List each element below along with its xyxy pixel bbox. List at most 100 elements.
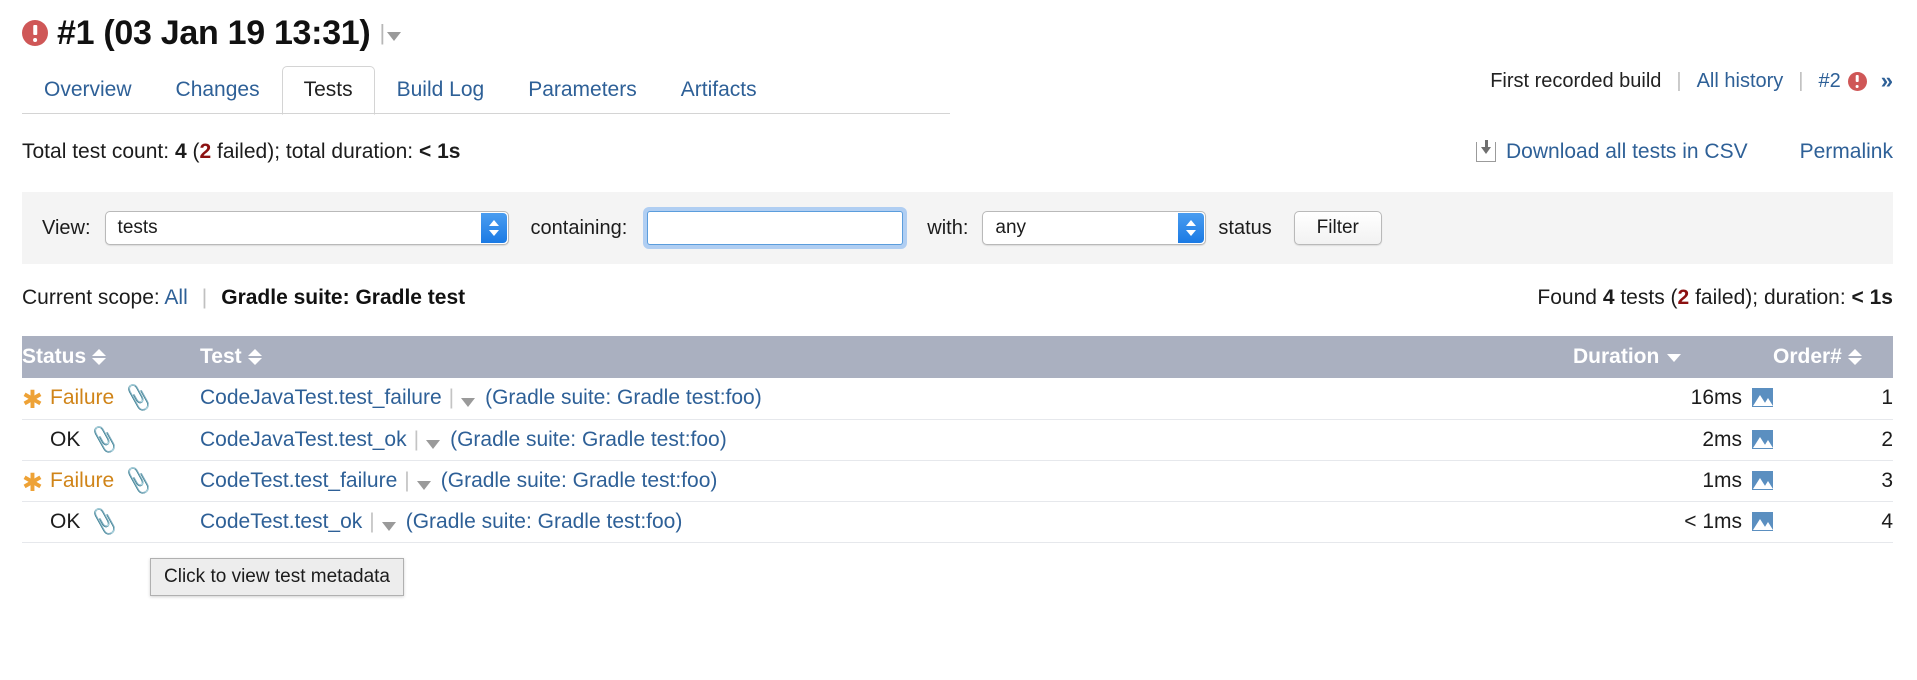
tab-bar: Overview Changes Tests Build Log Paramet… (0, 56, 1917, 115)
build-header: #1 (03 Jan 19 13:31) | (0, 0, 1917, 52)
row-status-cell: OK 📎 (22, 419, 200, 461)
view-label: View: (42, 216, 91, 239)
paperclip-icon[interactable]: 📎 (89, 424, 121, 455)
summary-actions: Download all tests in CSV Permalink (1476, 140, 1893, 164)
row-duration-cell: 2ms (1573, 419, 1773, 461)
failed-word: failed); (217, 140, 281, 163)
caret-down-icon[interactable] (461, 398, 476, 408)
suite-link[interactable]: (Gradle suite: Gradle test:foo) (406, 510, 683, 533)
caret-down-icon[interactable] (416, 480, 431, 490)
tab-artifacts[interactable]: Artifacts (659, 66, 779, 115)
sort-desc-icon[interactable] (1667, 354, 1682, 362)
divider: | (448, 386, 455, 410)
scope-all-link[interactable]: All (164, 286, 187, 309)
tab-changes[interactable]: Changes (154, 66, 282, 115)
caret-down-icon[interactable] (387, 31, 402, 41)
chart-icon[interactable] (1752, 511, 1773, 531)
tests-table: Status Test Duration Order# ✱ Failure 📎 … (22, 336, 1893, 543)
status-select[interactable]: any (982, 211, 1207, 245)
paperclip-icon[interactable]: 📎 (89, 506, 121, 537)
total-prefix: Total test count: (22, 140, 170, 163)
column-header-test[interactable]: Test (200, 336, 1573, 378)
duration-value: 2ms (1702, 427, 1742, 451)
column-header-status[interactable]: Status (22, 336, 200, 378)
column-header-order[interactable]: Order# (1773, 336, 1893, 378)
tab-tests[interactable]: Tests (281, 66, 375, 115)
current-scope-label: Current scope: (22, 286, 160, 309)
first-recorded-build-label: First recorded build (1490, 69, 1662, 92)
all-history-link[interactable]: All history (1697, 70, 1784, 93)
status-label: status (1218, 216, 1272, 239)
search-input-focus-ring (643, 207, 908, 249)
filter-button[interactable]: Filter (1293, 211, 1382, 245)
row-test-cell: CodeJavaTest.test_failure | (Gradle suite:… (200, 378, 1573, 420)
download-csv-link[interactable]: Download all tests in CSV (1506, 140, 1748, 164)
column-header-duration[interactable]: Duration (1573, 336, 1773, 378)
test-name-link[interactable]: CodeTest.test_ok (200, 510, 362, 533)
tab-overview[interactable]: Overview (22, 66, 154, 115)
suite-link[interactable]: (Gradle suite: Gradle test:foo) (485, 386, 762, 409)
row-duration-cell: 1ms (1573, 460, 1773, 502)
table-row: OK 📎 CodeJavaTest.test_ok | (Gradle suite:… (22, 419, 1893, 461)
table-row: ✱ Failure 📎 CodeTest.test_failure | (Gradl… (22, 460, 1893, 502)
chart-icon[interactable] (1752, 429, 1773, 449)
suite-link[interactable]: (Gradle suite: Gradle test:foo) (450, 428, 727, 451)
filter-bar: View: tests containing: with: any status… (22, 192, 1893, 264)
caret-down-icon[interactable] (381, 521, 396, 531)
chevron-updown-icon (1178, 213, 1205, 243)
tab-parameters[interactable]: Parameters (506, 66, 659, 115)
divider: | (369, 509, 375, 533)
paperclip-icon[interactable]: 📎 (123, 383, 155, 414)
with-label: with: (927, 216, 969, 239)
duration-value: < 1ms (1684, 509, 1742, 533)
search-input[interactable] (647, 211, 904, 245)
row-test-cell: CodeJavaTest.test_ok | (Gradle suite: Grad… (200, 419, 1573, 461)
divider: | (404, 468, 410, 492)
paren-open: ( (1670, 286, 1678, 309)
found-prefix: Found (1537, 286, 1597, 309)
containing-label: containing: (530, 216, 628, 239)
view-select[interactable]: tests (104, 211, 509, 245)
table-row: ✱ Failure 📎 CodeJavaTest.test_failure | (G… (22, 378, 1893, 420)
row-duration-cell: 16ms (1573, 378, 1773, 420)
test-name-link[interactable]: CodeJavaTest.test_failure (200, 386, 442, 409)
column-header-status-label: Status (22, 345, 87, 368)
test-name-link[interactable]: CodeTest.test_failure (200, 469, 397, 492)
chart-icon[interactable] (1752, 470, 1773, 490)
download-icon[interactable] (1476, 140, 1496, 162)
test-summary-row: Total test count: 4 (2 failed); total du… (0, 140, 1917, 174)
suite-link[interactable]: (Gradle suite: Gradle test:foo) (441, 469, 718, 492)
row-test-cell: CodeTest.test_failure | (Gradle suite: Gra… (200, 460, 1573, 502)
sort-both-icon[interactable] (1847, 348, 1862, 366)
column-header-duration-label: Duration (1573, 345, 1660, 368)
paperclip-icon[interactable]: 📎 (123, 465, 155, 496)
column-header-order-label: Order# (1773, 345, 1842, 368)
tab-build-log[interactable]: Build Log (375, 66, 507, 115)
page-title: #1 (03 Jan 19 13:31) (57, 13, 371, 52)
duration-value: 16ms (1690, 386, 1742, 410)
tests-table-body: ✱ Failure 📎 CodeJavaTest.test_failure | (G… (22, 378, 1893, 543)
error-circle-icon (22, 20, 48, 46)
next-build-link[interactable]: #2 (1819, 70, 1841, 93)
status-badge: Failure (50, 468, 115, 492)
found-duration-label: duration: (1763, 286, 1846, 309)
view-select-value: tests (117, 217, 158, 238)
permalink-link[interactable]: Permalink (1800, 140, 1893, 164)
divider: | (1798, 69, 1804, 92)
divider: | (201, 286, 208, 309)
row-duration-cell: < 1ms (1573, 501, 1773, 543)
duration-label: total duration: (285, 140, 414, 163)
status-select-value: any (995, 217, 1027, 238)
found-failed-word: failed); (1695, 286, 1759, 309)
sort-both-icon[interactable] (92, 348, 107, 366)
next-builds-icon[interactable]: » (1881, 68, 1893, 94)
caret-down-icon[interactable] (426, 439, 441, 449)
status-badge: Failure (50, 386, 115, 410)
status-badge: OK (50, 427, 81, 451)
status-badge: OK (50, 509, 81, 533)
divider: | (1676, 69, 1682, 92)
tab-underline (22, 113, 950, 114)
sort-both-icon[interactable] (247, 348, 262, 366)
test-name-link[interactable]: CodeJavaTest.test_ok (200, 428, 407, 451)
chart-icon[interactable] (1752, 388, 1773, 408)
